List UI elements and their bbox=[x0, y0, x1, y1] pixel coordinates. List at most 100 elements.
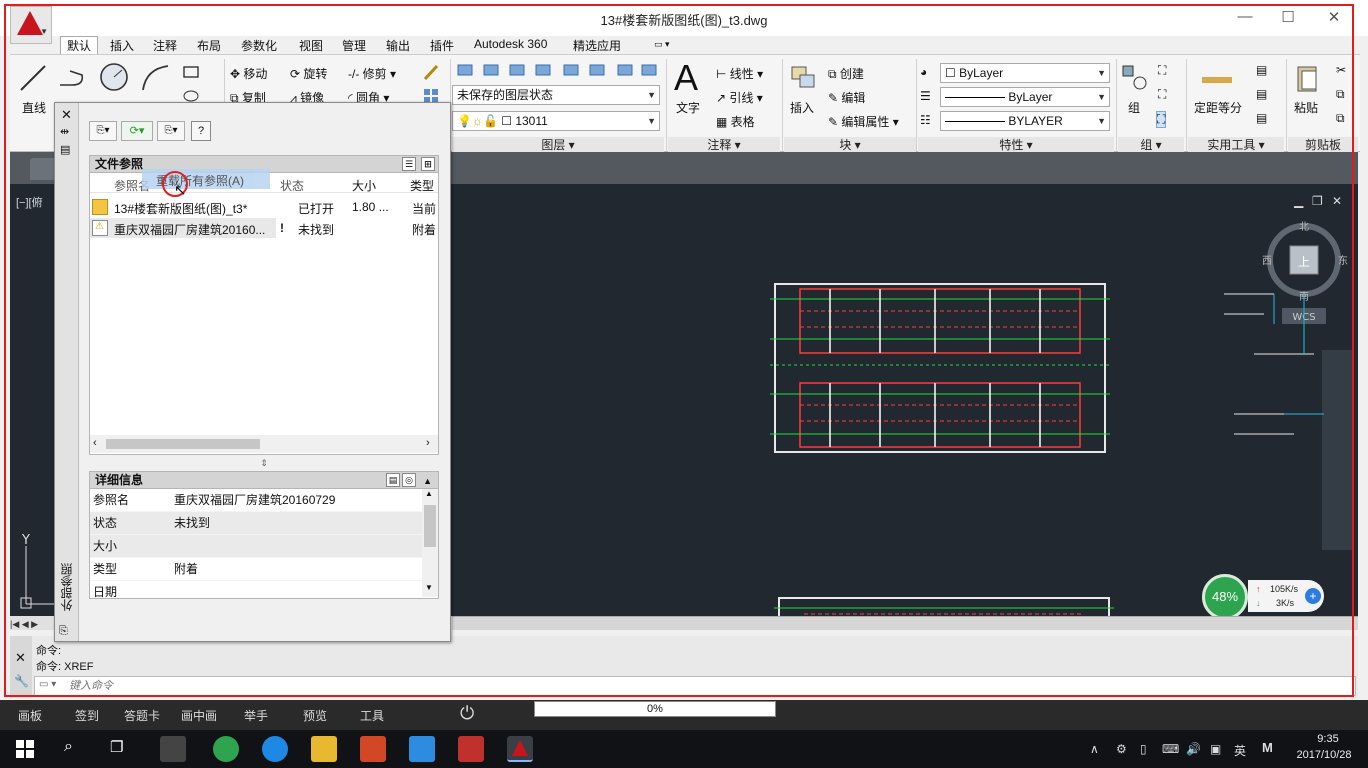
column-status[interactable]: 状态 bbox=[280, 177, 304, 194]
plus-icon[interactable]: + bbox=[1305, 588, 1321, 604]
rectangle-icon[interactable] bbox=[182, 63, 200, 81]
picture-in-picture-button[interactable]: 画中画 bbox=[181, 707, 217, 724]
wrench-icon[interactable]: 🔧 bbox=[14, 674, 29, 688]
list-view-icon[interactable]: ☰ bbox=[402, 157, 416, 171]
autocad-taskbar-icon[interactable] bbox=[507, 736, 533, 762]
application-menu-button[interactable]: ▼ bbox=[10, 6, 52, 44]
rotate-button[interactable]: ⟳ 旋转 bbox=[290, 65, 327, 82]
group-edit-icon[interactable]: ⛶ bbox=[1158, 87, 1166, 102]
layers-panel-title[interactable]: 图层 ▾ bbox=[452, 137, 664, 153]
file-explorer-icon[interactable] bbox=[311, 736, 337, 762]
create-block-button[interactable]: ⧉ 创建 bbox=[828, 65, 864, 82]
properties-menu-icon[interactable]: ▤ bbox=[60, 143, 70, 156]
close-button[interactable]: ✕ bbox=[1319, 8, 1349, 28]
command-window-handle[interactable]: ✕ 🔧 bbox=[10, 636, 32, 698]
column-size[interactable]: 大小 bbox=[352, 177, 376, 194]
block-panel-title[interactable]: 块 ▾ bbox=[784, 137, 916, 153]
color-dropdown[interactable]: ☐ ByLayer ▼ bbox=[940, 63, 1110, 83]
viewport-restore-button[interactable]: ❐ bbox=[1312, 194, 1323, 208]
scrollbar-thumb[interactable] bbox=[106, 439, 260, 449]
scroll-left-icon[interactable]: ‹ bbox=[93, 437, 97, 449]
properties-panel-title[interactable]: 特性 ▾ bbox=[918, 137, 1114, 153]
task-view-icon[interactable]: ❐ bbox=[110, 738, 123, 756]
tab-insert[interactable]: 插入 bbox=[110, 37, 134, 54]
insert-block-icon[interactable] bbox=[788, 63, 820, 93]
network-speed-widget[interactable]: 48% ↑ 105K/s ↓ 3K/s + bbox=[1202, 574, 1326, 620]
collapse-icon[interactable]: ▲ bbox=[423, 473, 432, 489]
viewport-close-button[interactable]: ✕ bbox=[1332, 194, 1342, 208]
column-type[interactable]: 类型 bbox=[410, 177, 434, 194]
ribbon-options-icon[interactable]: ▭ ▾ bbox=[654, 39, 670, 50]
windows-start-icon[interactable] bbox=[16, 740, 34, 758]
viewport-minimize-button[interactable]: ▁ bbox=[1294, 194, 1303, 208]
volume-icon[interactable]: 🔊 bbox=[1186, 742, 1201, 756]
table-button[interactable]: ▦ 表格 bbox=[716, 113, 755, 130]
tab-parametric[interactable]: 参数化 bbox=[241, 37, 277, 54]
calculator-icon[interactable]: ▤ bbox=[1256, 111, 1267, 125]
clipboard-panel-title[interactable]: 剪贴板 bbox=[1288, 137, 1358, 153]
polyline-icon[interactable] bbox=[58, 65, 88, 91]
touch-keyboard-icon[interactable]: ⌨ bbox=[1162, 742, 1179, 756]
brush-icon[interactable] bbox=[422, 63, 440, 81]
refresh-button[interactable]: ⟳▾ bbox=[121, 121, 153, 141]
answer-card-button[interactable]: 答题卡 bbox=[124, 707, 160, 724]
viewport-controls[interactable]: [−][俯 bbox=[16, 194, 43, 210]
list-item[interactable]: ⚠ 重庆双福园厂房建筑20160... ! 未找到 附着 bbox=[90, 218, 438, 238]
splitter-handle[interactable]: ⇕ bbox=[89, 455, 439, 471]
detail-value[interactable]: 重庆双福园厂房建筑20160729 bbox=[174, 489, 335, 511]
arc-icon[interactable] bbox=[140, 63, 172, 93]
ime-language[interactable]: 英 bbox=[1234, 742, 1246, 759]
match-properties-icon[interactable]: ⧉ bbox=[1336, 111, 1345, 126]
check-in-button[interactable]: 签到 bbox=[75, 707, 99, 724]
utilities-panel-title[interactable]: 实用工具 ▾ bbox=[1188, 137, 1284, 153]
clock-date[interactable]: 2017/10/28 bbox=[1288, 749, 1360, 761]
scrollbar-thumb[interactable] bbox=[424, 505, 436, 547]
layer-dropdown[interactable]: 💡☼🔓 ☐ 13011 ▼ bbox=[452, 111, 660, 131]
battery-icon[interactable]: ▯ bbox=[1140, 742, 1147, 756]
select-all-icon[interactable]: ▤ bbox=[1256, 87, 1267, 101]
details-view-icon[interactable]: ▤ bbox=[386, 473, 400, 487]
tree-view-icon[interactable]: ⊞ bbox=[421, 157, 435, 171]
tab-annotate[interactable]: 注释 bbox=[153, 37, 177, 54]
attach-dwg-button[interactable]: ⎘▾ bbox=[89, 121, 117, 141]
edit-attributes-button[interactable]: ✎ 编辑属性 ▾ bbox=[828, 113, 899, 130]
quick-select-icon[interactable]: ▤ bbox=[1256, 63, 1267, 77]
tab-featured-apps[interactable]: 精选应用 bbox=[573, 37, 621, 54]
color-wheel-icon[interactable]: ◕ bbox=[920, 65, 927, 79]
tab-manage[interactable]: 管理 bbox=[342, 37, 366, 54]
line-icon[interactable] bbox=[18, 63, 48, 93]
chevron-up-icon[interactable]: ∧ bbox=[1090, 742, 1099, 756]
browser-q-icon[interactable] bbox=[262, 736, 288, 762]
edit-block-button[interactable]: ✎ 编辑 bbox=[828, 89, 865, 106]
preview-button[interactable]: 预览 bbox=[303, 707, 327, 724]
search-icon[interactable]: ⌕ bbox=[64, 738, 73, 756]
app-red-icon[interactable] bbox=[458, 736, 484, 762]
layout-nav-buttons[interactable]: |◀ ◀ ▶ bbox=[10, 616, 54, 630]
clock-time[interactable]: 9:35 bbox=[1296, 733, 1360, 745]
minimize-button[interactable]: — bbox=[1230, 8, 1260, 28]
text-icon[interactable]: A bbox=[674, 57, 698, 99]
paste-icon[interactable] bbox=[1294, 63, 1322, 95]
cut-icon[interactable]: ✂ bbox=[1336, 63, 1346, 77]
tab-output[interactable]: 输出 bbox=[386, 37, 410, 54]
layer-state-dropdown[interactable]: 未保存的图层状态 ▼ bbox=[452, 85, 660, 105]
auto-hide-icon[interactable]: ⇹ bbox=[60, 125, 69, 138]
group-icon[interactable] bbox=[1120, 63, 1150, 93]
tab-view[interactable]: 视图 bbox=[299, 37, 323, 54]
groups-panel-title[interactable]: 组 ▾ bbox=[1118, 137, 1184, 153]
close-icon[interactable]: ✕ bbox=[61, 107, 72, 123]
raise-hand-button[interactable]: 举手 bbox=[244, 707, 268, 724]
tray-app-icon[interactable]: ⚙ bbox=[1116, 742, 1127, 756]
change-path-button[interactable]: ⎘▾ bbox=[157, 121, 185, 141]
copy-clip-icon[interactable]: ⧉ bbox=[1336, 87, 1345, 102]
powerpoint-icon[interactable] bbox=[360, 736, 386, 762]
lineweight-dropdown[interactable]: BYLAYER ▼ bbox=[940, 111, 1110, 131]
linear-dimension-button[interactable]: ⊢ 线性 ▾ bbox=[716, 65, 763, 82]
app-pinwheel-icon[interactable] bbox=[160, 736, 186, 762]
scroll-up-icon[interactable]: ▲ bbox=[425, 489, 433, 498]
file-references-list[interactable]: 参照名 状态 大小 类型 重载所有参照(A) ↖ 13#楼套新版图纸(图)_t3… bbox=[89, 169, 439, 455]
annotation-panel-title[interactable]: 注释 ▾ bbox=[668, 137, 780, 153]
app-blue-icon[interactable] bbox=[409, 736, 435, 762]
scroll-right-icon[interactable]: › bbox=[426, 437, 430, 449]
list-item[interactable]: 13#楼套新版图纸(图)_t3* 已打开 1.80 ... 当前 bbox=[90, 197, 438, 217]
